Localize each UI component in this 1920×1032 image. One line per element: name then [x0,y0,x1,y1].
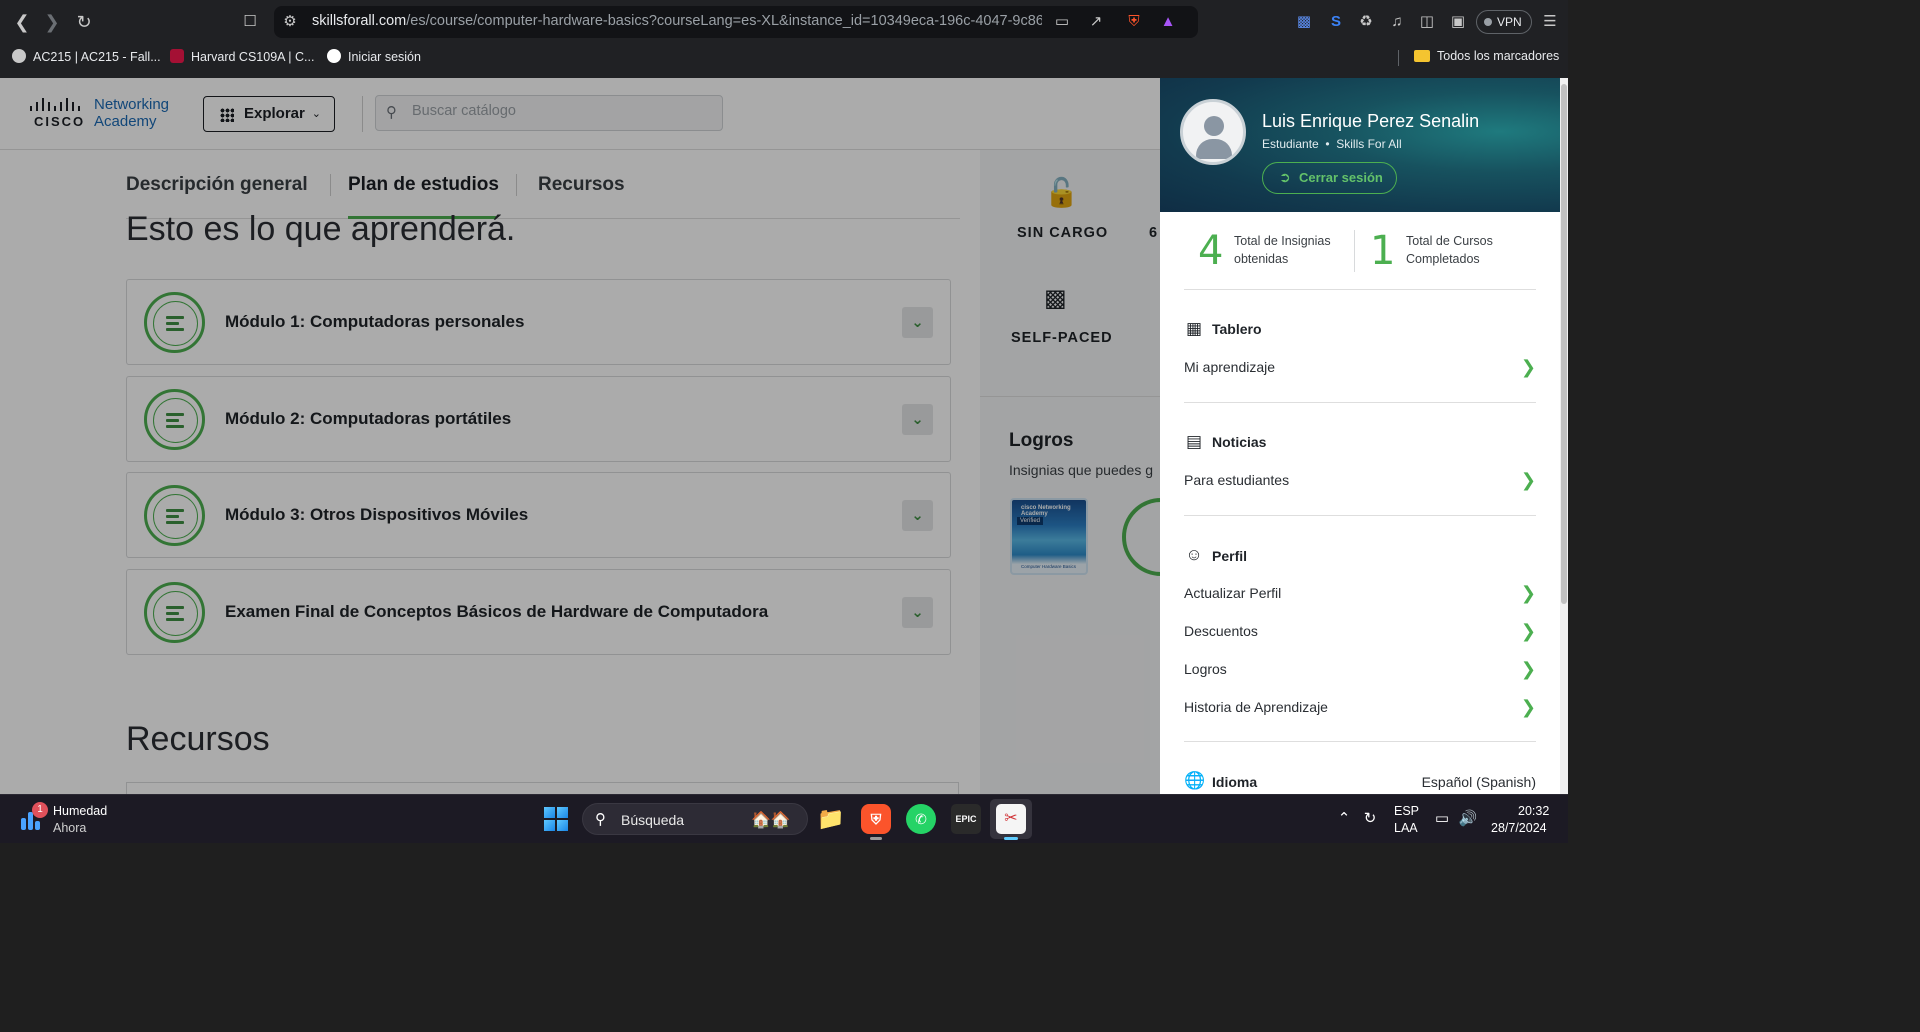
bookmark-harvard[interactable]: Harvard CS109A | C... [170,49,314,64]
login-icon [327,49,341,63]
scrollbar-thumb[interactable] [1561,84,1567,604]
profile-panel: Luis Enrique Perez Senalin Estudiante • … [1160,78,1560,794]
divider [1184,289,1536,290]
logout-button[interactable]: ➲ Cerrar sesión [1262,162,1397,194]
sidebar-icon[interactable]: ◫ [1417,12,1437,32]
vpn-button[interactable]: VPN [1476,10,1532,34]
bookmark-divider [1398,50,1399,66]
volume-icon[interactable]: 🔊 [1458,809,1478,827]
s-extension-icon[interactable]: S [1326,12,1346,32]
search-icon: ⚲ [595,811,606,828]
folder-icon [1414,50,1430,62]
snipping-tool-icon[interactable]: ✂ [996,804,1026,834]
menu-icon[interactable]: ☰ [1540,12,1560,32]
link-discounts[interactable]: Descuentos ❯ [1184,621,1536,647]
harvard-shield-icon [170,49,184,63]
chevron-right-icon: ❯ [1520,621,1536,641]
clock-date[interactable]: 28/7/2024 [1491,821,1547,835]
link-learning-history[interactable]: Historia de Aprendizaje ❯ [1184,697,1536,723]
chevron-right-icon: ❯ [1520,583,1536,603]
sync-icon[interactable]: ↻ [1360,809,1380,827]
bookmark-login[interactable]: Iniciar sesión [327,49,421,64]
clock-time[interactable]: 20:32 [1518,804,1549,818]
courses-count: 1 [1370,228,1396,274]
divider [1184,402,1536,403]
page: CISCO NetworkingAcademy Explorar ⌄ ⚲ Des… [0,78,1568,794]
link-achievements[interactable]: Logros ❯ [1184,659,1536,685]
reload-icon[interactable]: ↻ [72,10,96,34]
chevron-right-icon: ❯ [1520,697,1536,717]
globe-icon [12,49,26,63]
overlay-backdrop[interactable] [0,78,1160,794]
media-icon[interactable]: ♫ [1387,12,1407,32]
section-title-news: Noticias [1212,434,1267,450]
chevron-right-icon: ❯ [1520,357,1536,377]
logout-icon: ➲ [1279,169,1291,185]
wallet-icon[interactable]: ▣ [1448,12,1468,32]
input-layout[interactable]: LAA [1394,821,1418,835]
courses-label: Total de Cursos Completados [1406,234,1493,266]
weather-title[interactable]: Humedad [53,804,107,818]
person-icon: ☺ [1185,545,1203,564]
taskbar-search[interactable]: ⚲ Búsqueda 🏠🏠 [582,803,808,835]
bookmarks-bar: AC215 | AC215 - Fall... Harvard CS109A |… [0,46,1568,70]
user-name: Luis Enrique Perez Senalin [1262,111,1480,131]
badges-label: Total de Insignias obtenidas [1234,234,1331,266]
address-row: ❮ ❯ ↻ ☐ ⚙ skillsforall.com/es/course/com… [0,0,1568,44]
input-language[interactable]: ESP [1394,804,1419,818]
chevron-up-icon[interactable]: ⌃ [1334,809,1354,827]
user-role: Estudiante • Skills For All [1262,137,1402,151]
share-icon[interactable]: ↗ [1086,12,1106,32]
divider [1184,515,1536,516]
translate-extension-icon[interactable]: ▩ [1294,12,1314,32]
bookmark-ac215[interactable]: AC215 | AC215 - Fall... [12,49,161,64]
running-indicator [870,837,882,840]
chevron-right-icon: ❯ [1520,659,1536,679]
brave-shield-icon[interactable]: ⛨ [1124,12,1144,32]
notification-badge: 1 [32,802,48,818]
epic-games-icon[interactable]: EPIC [951,804,981,834]
file-explorer-icon[interactable]: 📁 [816,804,846,834]
taskbar: 1 Humedad Ahora ⚲ Búsqueda 🏠🏠 📁 ⛨ ✆ EPIC… [0,794,1568,843]
extensions-icon[interactable]: ♻ [1356,12,1376,32]
houses-icon: 🏠🏠 [751,812,791,829]
avatar [1180,99,1246,165]
divider [1184,741,1536,742]
section-title-language: Idioma [1212,774,1258,790]
globe-icon: 🌐 [1184,771,1206,790]
chevron-right-icon: ❯ [1520,470,1536,490]
link-for-students[interactable]: Para estudiantes ❯ [1184,470,1536,496]
link-my-learning[interactable]: Mi aprendizaje ❯ [1184,357,1536,383]
section-title-dashboard: Tablero [1212,321,1262,337]
site-settings-icon[interactable]: ⚙ [280,12,300,32]
network-icon[interactable]: ▭ [1432,809,1452,827]
dashboard-icon: ▦ [1185,319,1203,338]
language-value[interactable]: Español (Spanish) [1422,774,1536,790]
cast-icon[interactable]: ▭ [1052,12,1072,32]
whatsapp-icon[interactable]: ✆ [906,804,936,834]
url-text[interactable]: skillsforall.com/es/course/computer-hard… [312,13,1042,29]
active-indicator [1004,837,1018,840]
stat-divider [1354,230,1355,272]
section-title-profile: Perfil [1212,548,1248,564]
forward-icon[interactable]: ❯ [40,10,64,34]
link-update-profile[interactable]: Actualizar Perfil ❯ [1184,583,1536,609]
search-label: Búsqueda [621,812,685,828]
profile-header: Luis Enrique Perez Senalin Estudiante • … [1160,78,1560,212]
back-icon[interactable]: ❮ [10,10,34,34]
windows-start-icon[interactable] [544,807,568,831]
all-bookmarks[interactable]: Todos los marcadores [1414,49,1559,63]
browser-chrome: ❮ ❯ ↻ ☐ ⚙ skillsforall.com/es/course/com… [0,0,1568,78]
brave-browser-icon[interactable]: ⛨ [861,804,891,834]
weather-sub: Ahora [53,821,87,835]
badges-count: 4 [1198,228,1224,274]
brave-rewards-icon[interactable]: ▲ [1158,12,1178,32]
bookmark-icon[interactable]: ☐ [240,12,260,32]
news-icon: ▤ [1185,432,1203,451]
